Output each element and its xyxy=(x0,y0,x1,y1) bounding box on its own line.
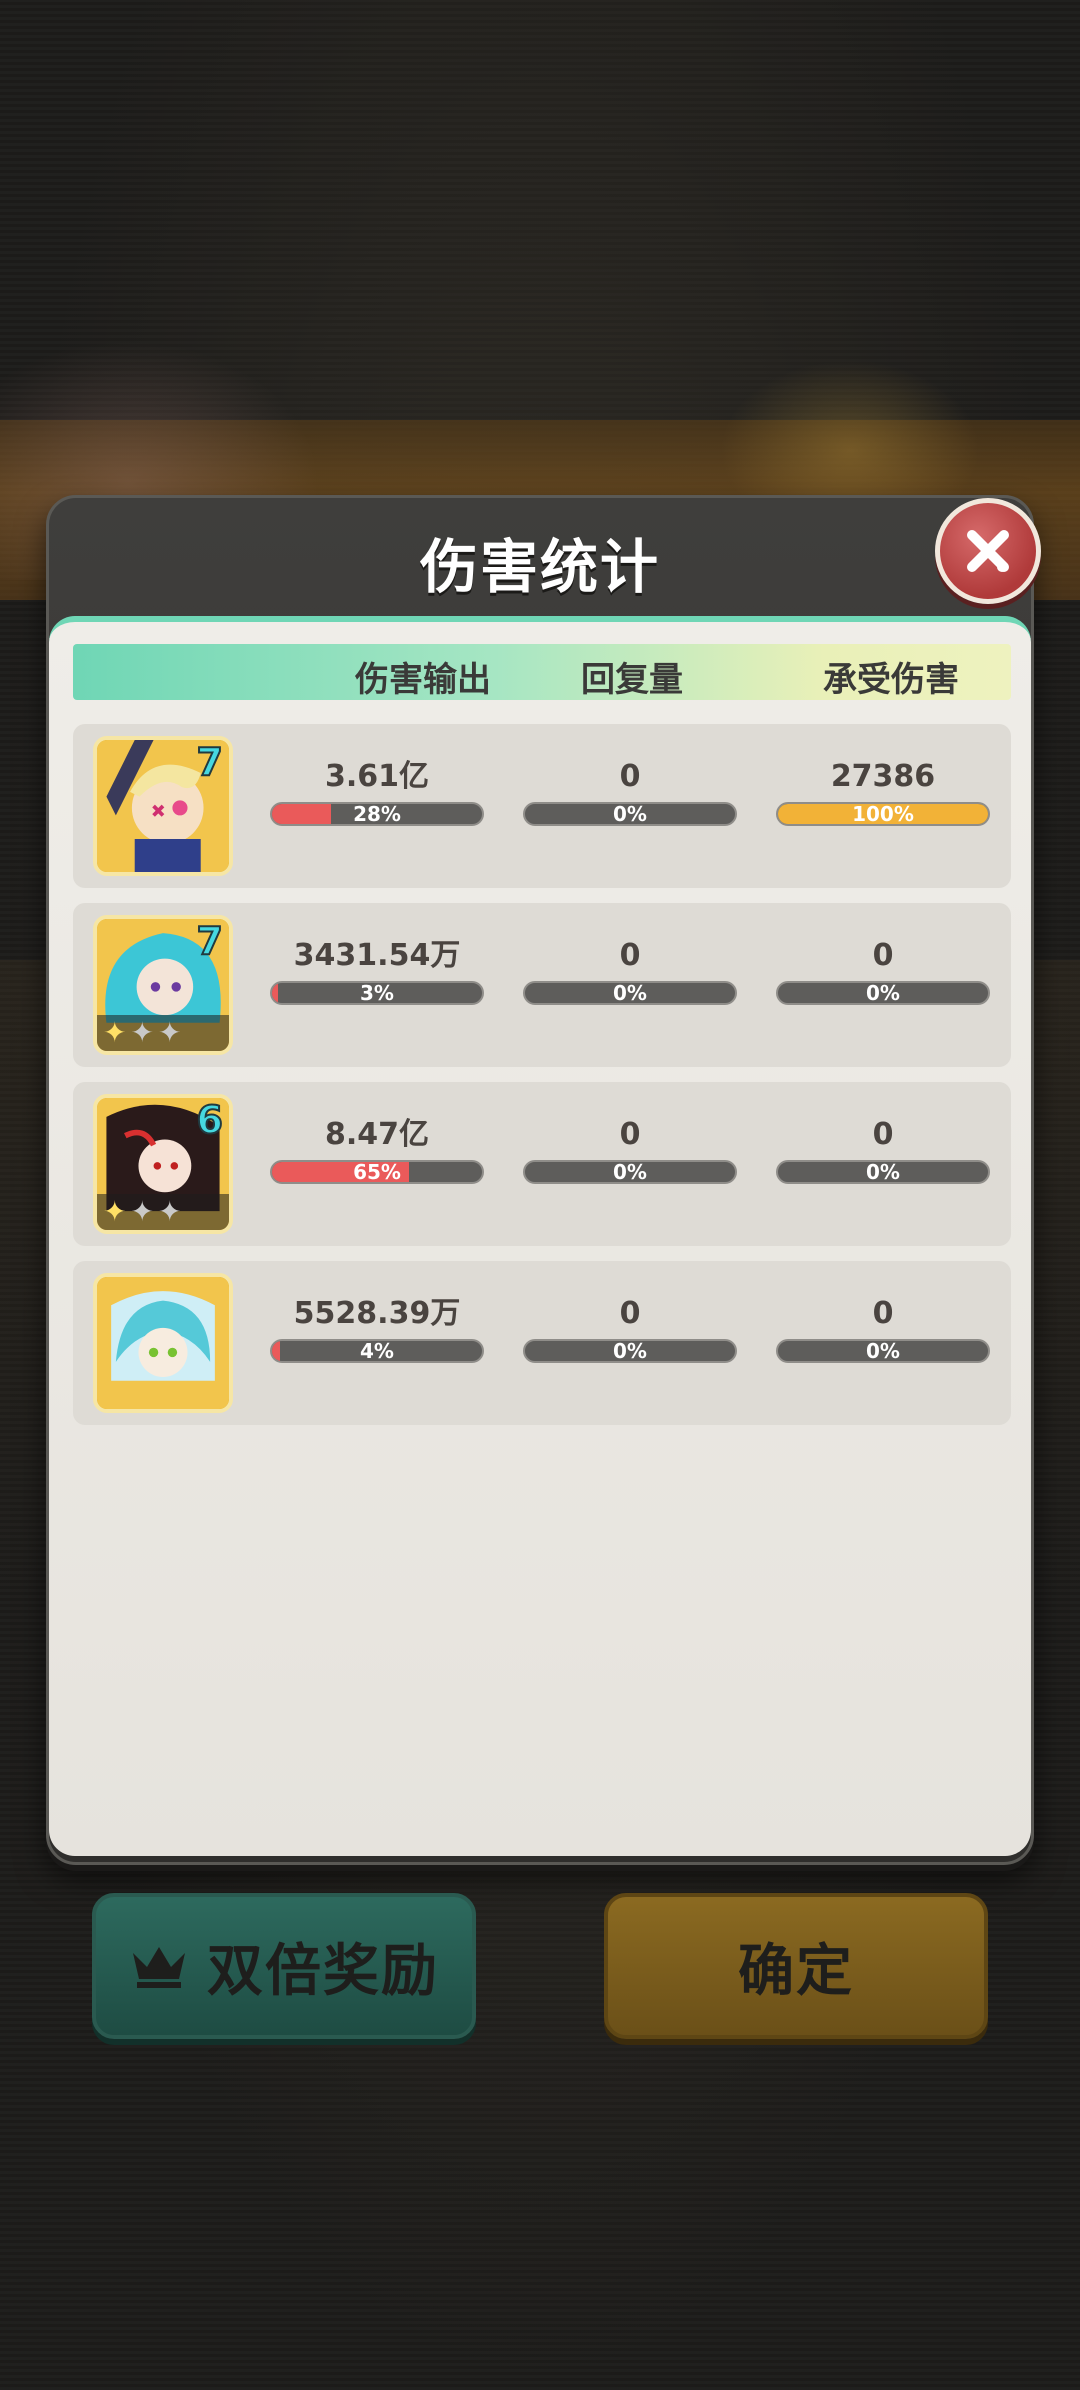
damage-taken-value: 0 xyxy=(872,938,894,973)
heal-cell: 0 0% xyxy=(523,937,737,1005)
heal-value: 0 xyxy=(619,938,641,973)
confirm-label: 确定 xyxy=(738,1938,854,2004)
damage-output-value: 3.61亿 xyxy=(324,759,430,794)
damage-taken-value: 27386 xyxy=(830,759,936,794)
damage-taken-cell: 27386 100% xyxy=(776,758,990,826)
star-filled-icon: ✦ xyxy=(103,1195,127,1228)
heal-bar: 0% xyxy=(523,981,737,1005)
heal-cell: 0 0% xyxy=(523,1295,737,1363)
heal-cell: 0 0% xyxy=(523,1116,737,1184)
heal-percent: 0% xyxy=(613,1160,647,1184)
damage-output-cell: 5528.39万 4% xyxy=(270,1295,484,1363)
damage-output-bar: 4% xyxy=(270,1339,484,1363)
heal-value: 0 xyxy=(619,1117,641,1152)
damage-taken-bar: 0% xyxy=(776,1339,990,1363)
star-empty-icon: ✦ xyxy=(130,1016,154,1049)
modal-title: 伤害统计 xyxy=(419,533,660,601)
hero-row: 7 ✦ ✦ ✦ 3431.54万 3% 0 0% 0 0% xyxy=(73,903,1011,1067)
damage-output-value: 8.47亿 xyxy=(324,1117,430,1152)
hero-avatar[interactable]: 6 ✦ ✦ ✦ xyxy=(93,1094,233,1234)
damage-output-bar: 28% xyxy=(270,802,484,826)
damage-taken-bar: 0% xyxy=(776,981,990,1005)
damage-stats-modal: 伤害统计 伤害输出 回复量 承受伤害 7 3.61亿 28% 0 0% 2738… xyxy=(46,495,1041,1865)
damage-output-bar: 65% xyxy=(270,1160,484,1184)
damage-taken-percent: 0% xyxy=(866,981,900,1005)
damage-output-percent: 4% xyxy=(360,1339,394,1363)
close-button[interactable] xyxy=(935,498,1041,604)
damage-output-cell: 8.47亿 65% xyxy=(270,1116,484,1184)
damage-output-percent: 28% xyxy=(353,802,401,826)
hero-level: 6 xyxy=(196,1098,224,1143)
heal-bar: 0% xyxy=(523,802,737,826)
damage-taken-cell: 0 0% xyxy=(776,1295,990,1363)
heal-bar: 0% xyxy=(523,1160,737,1184)
stats-panel: 伤害输出 回复量 承受伤害 7 3.61亿 28% 0 0% 27386 100… xyxy=(49,616,1031,1856)
damage-taken-value: 0 xyxy=(872,1296,894,1331)
star-filled-icon: ✦ xyxy=(103,1016,127,1049)
hero-portrait xyxy=(97,1277,229,1409)
hero-level: 7 xyxy=(196,919,224,964)
double-reward-button[interactable]: 双倍奖励 xyxy=(92,1893,476,2039)
close-x-icon xyxy=(967,530,1009,572)
column-heal: 回复量 xyxy=(581,660,683,700)
damage-taken-cell: 0 0% xyxy=(776,937,990,1005)
double-reward-label: 双倍奖励 xyxy=(207,1938,439,2004)
hero-avatar[interactable]: 7 ✦ ✦ ✦ xyxy=(93,915,233,1055)
star-empty-icon: ✦ xyxy=(130,1195,154,1228)
confirm-button[interactable]: 确定 xyxy=(604,1893,988,2039)
damage-taken-percent: 100% xyxy=(852,802,914,826)
star-empty-icon: ✦ xyxy=(157,1016,182,1049)
damage-taken-percent: 0% xyxy=(866,1160,900,1184)
crown-icon xyxy=(129,1939,189,1993)
hero-row: 7 3.61亿 28% 0 0% 27386 100% xyxy=(73,724,1011,888)
damage-output-value: 5528.39万 xyxy=(293,1296,461,1331)
hero-level: 7 xyxy=(196,740,224,785)
hero-stars: ✦ ✦ ✦ xyxy=(97,1015,229,1051)
damage-taken-cell: 0 0% xyxy=(776,1116,990,1184)
damage-output-cell: 3.61亿 28% xyxy=(270,758,484,826)
column-header: 伤害输出 回复量 承受伤害 xyxy=(73,644,1011,700)
hero-avatar[interactable] xyxy=(93,1273,233,1413)
heal-cell: 0 0% xyxy=(523,758,737,826)
heal-value: 0 xyxy=(619,759,641,794)
damage-taken-bar: 0% xyxy=(776,1160,990,1184)
hero-stars: ✦ ✦ ✦ xyxy=(97,1194,229,1230)
damage-output-value: 3431.54万 xyxy=(293,938,461,973)
column-damage-output: 伤害输出 xyxy=(355,660,491,700)
heal-percent: 0% xyxy=(613,802,647,826)
damage-output-bar: 3% xyxy=(270,981,484,1005)
heal-percent: 0% xyxy=(613,981,647,1005)
damage-taken-value: 0 xyxy=(872,1117,894,1152)
damage-taken-bar: 100% xyxy=(776,802,990,826)
damage-taken-percent: 0% xyxy=(866,1339,900,1363)
damage-output-percent: 3% xyxy=(360,981,394,1005)
heal-bar: 0% xyxy=(523,1339,737,1363)
heal-percent: 0% xyxy=(613,1339,647,1363)
damage-output-percent: 65% xyxy=(353,1160,401,1184)
hero-avatar[interactable]: 7 xyxy=(93,736,233,876)
column-damage-taken: 承受伤害 xyxy=(823,660,959,700)
hero-row: 5528.39万 4% 0 0% 0 0% xyxy=(73,1261,1011,1425)
hero-row: 6 ✦ ✦ ✦ 8.47亿 65% 0 0% 0 0% xyxy=(73,1082,1011,1246)
damage-output-cell: 3431.54万 3% xyxy=(270,937,484,1005)
star-empty-icon: ✦ xyxy=(157,1195,182,1228)
heal-value: 0 xyxy=(619,1296,641,1331)
game-screen: 伤害统计 伤害输出 回复量 承受伤害 7 3.61亿 28% 0 0% 2738… xyxy=(0,0,1080,2390)
